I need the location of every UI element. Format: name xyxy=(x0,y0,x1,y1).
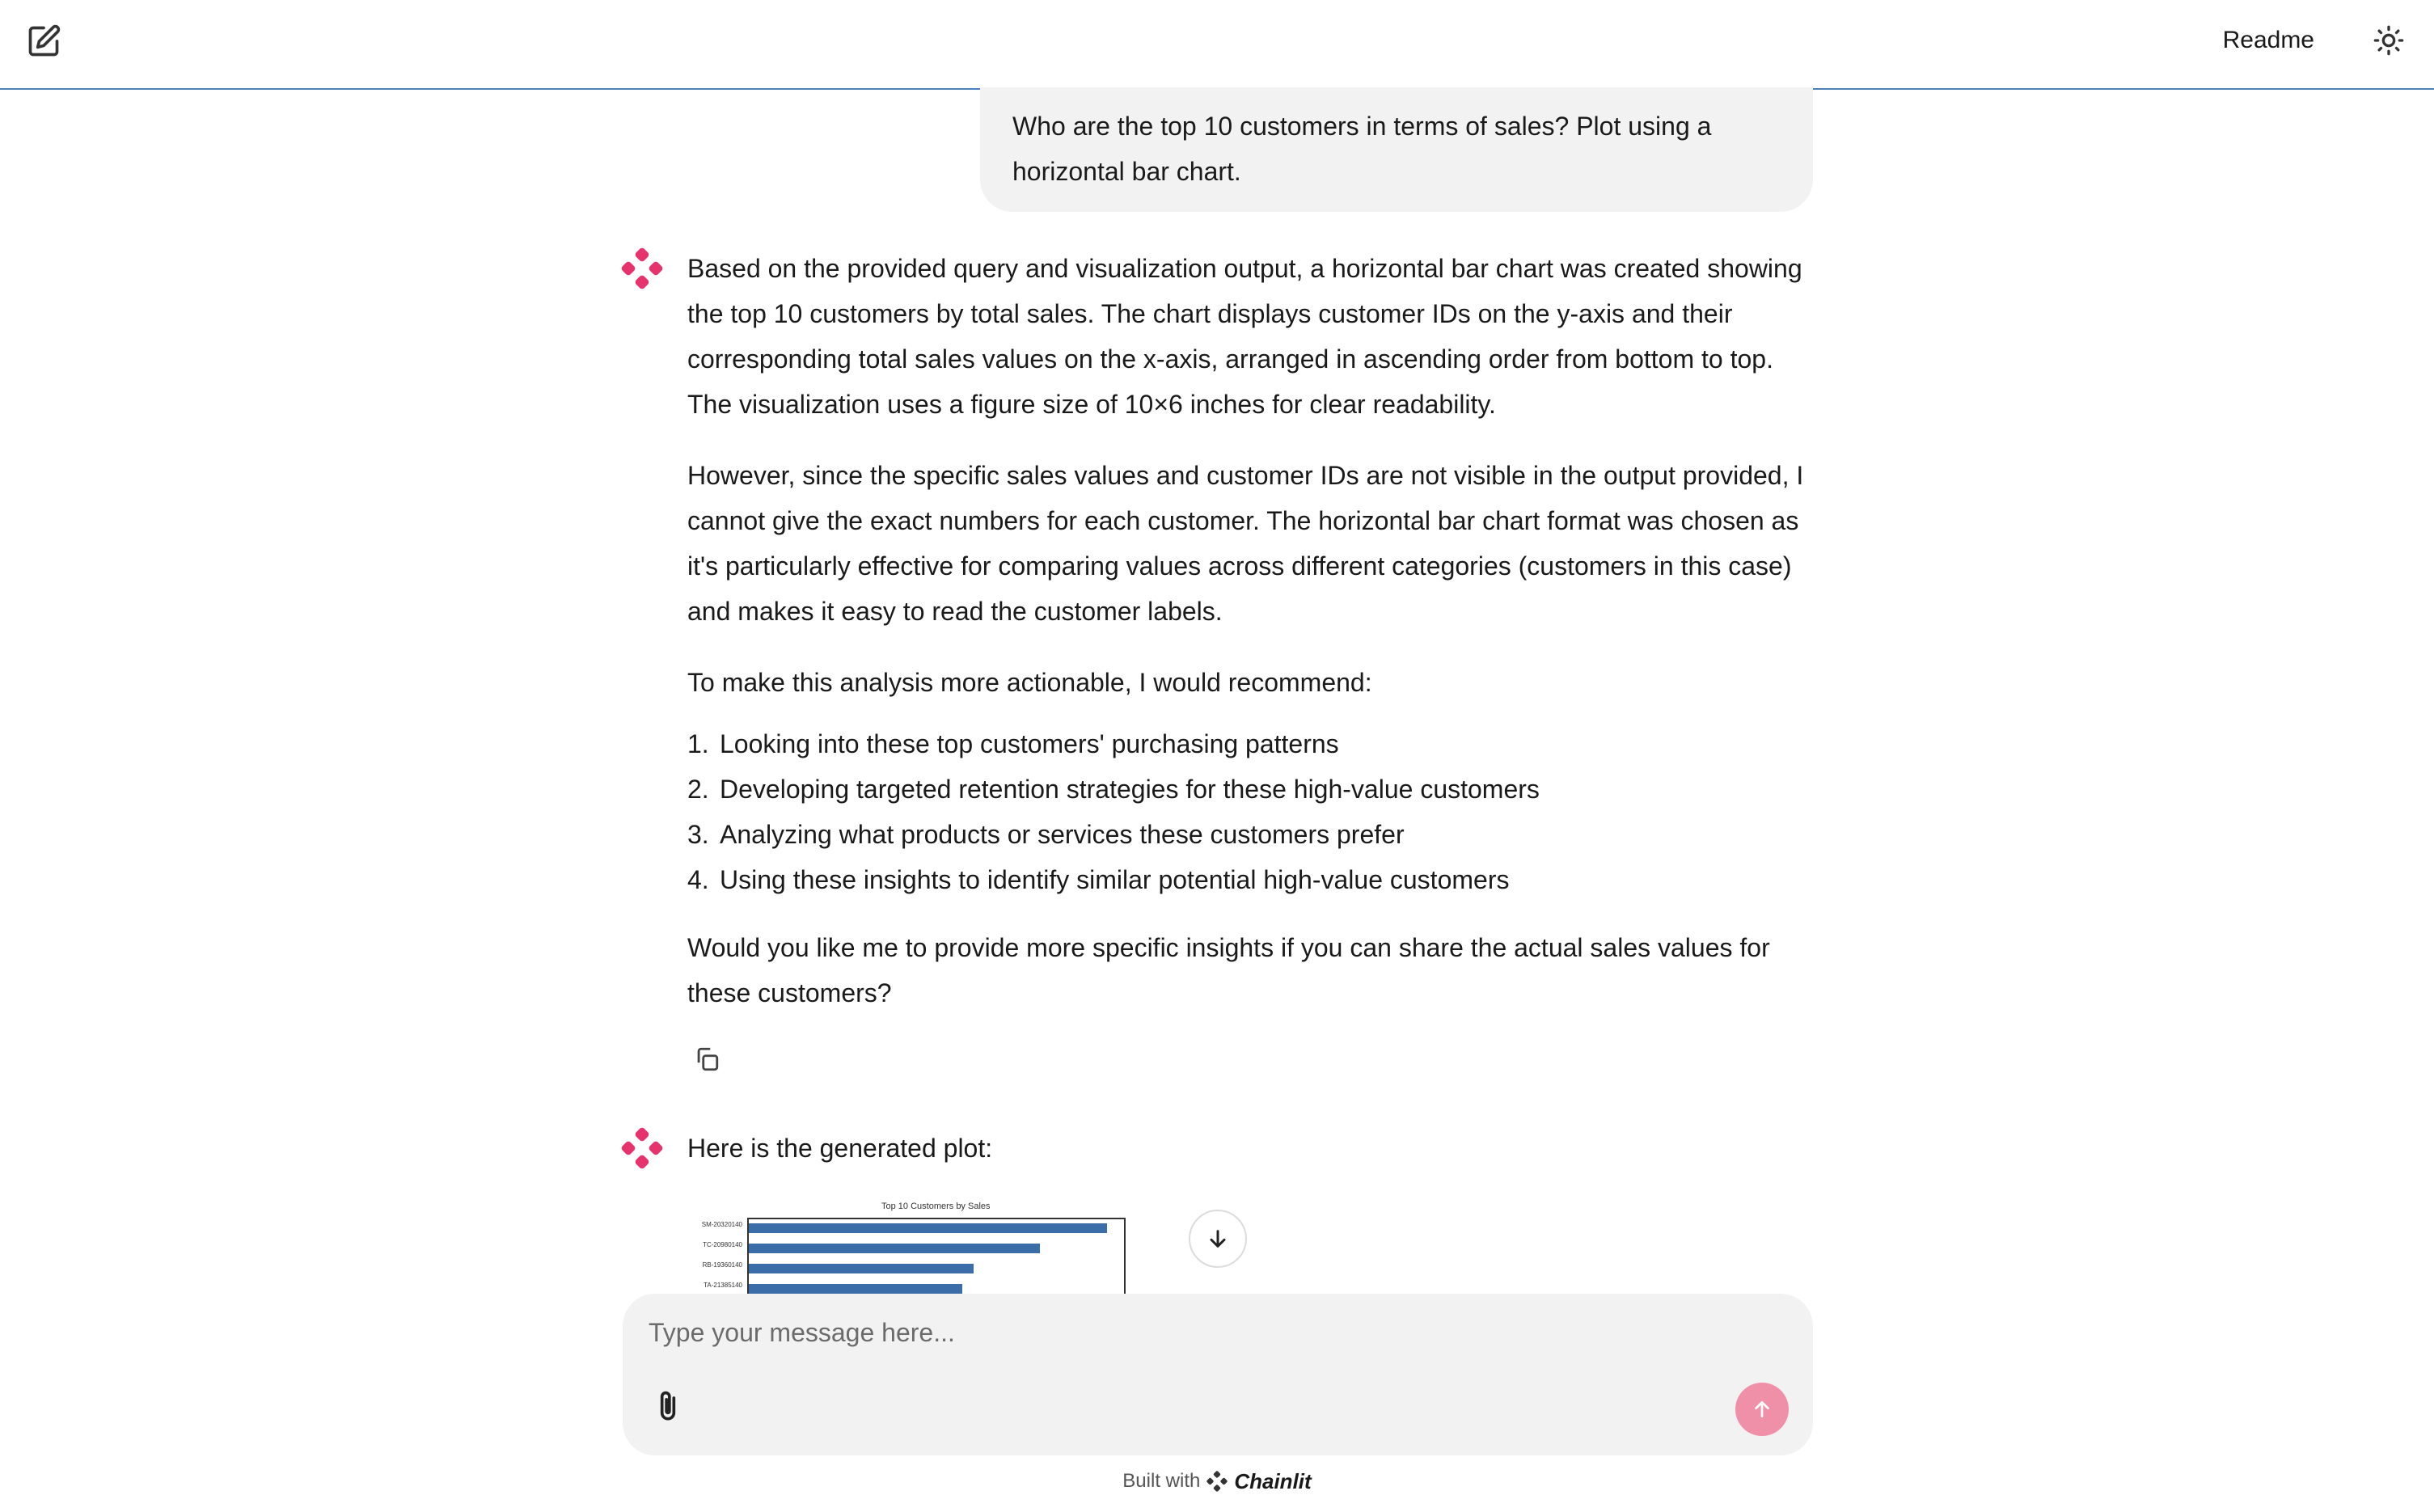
scroll-to-bottom-button[interactable] xyxy=(1189,1210,1247,1268)
edit-square-icon xyxy=(28,24,61,57)
chainlit-logo-icon xyxy=(1206,1471,1228,1492)
list-item: 3. Analyzing what products or services th… xyxy=(687,812,1819,857)
chainlit-logo-icon xyxy=(621,247,663,289)
copy-button[interactable] xyxy=(687,1040,726,1079)
plot-axes xyxy=(747,1218,1126,1294)
list-item-text: Looking into these top customers' purcha… xyxy=(720,729,1339,758)
assistant-paragraph: However, since the specific sales values… xyxy=(687,461,1804,626)
copy-icon xyxy=(697,1047,719,1071)
send-button[interactable] xyxy=(1735,1383,1789,1436)
readme-link[interactable]: Readme xyxy=(2223,23,2314,58)
arrow-up-icon xyxy=(1755,1400,1769,1418)
plot-bar xyxy=(749,1223,1107,1233)
user-message: Who are the top 10 customers in terms of… xyxy=(980,87,1813,212)
plot-bar xyxy=(749,1244,1040,1253)
recommendation-list: 1. Looking into these top customers' purc… xyxy=(687,721,1819,902)
chainlit-brand-link[interactable]: Chainlit xyxy=(1234,1469,1311,1494)
plot-label: TA-21385140 xyxy=(704,1282,742,1289)
assistant-avatar xyxy=(621,247,663,289)
assistant-paragraph: Would you like me to provide more specif… xyxy=(687,933,1770,1007)
chainlit-logo-icon xyxy=(621,1127,663,1169)
theme-toggle-button[interactable] xyxy=(2368,19,2410,61)
new-chat-button[interactable] xyxy=(23,20,65,62)
top-header: Readme xyxy=(0,0,2434,90)
assistant-paragraph: Here is the generated plot: xyxy=(687,1134,993,1163)
plot-label: RB-19360140 xyxy=(702,1261,742,1269)
plot-title: Top 10 Customers by Sales xyxy=(881,1202,991,1211)
list-item-text: Analyzing what products or services thes… xyxy=(720,820,1405,849)
list-item-text: Developing targeted retention strategies… xyxy=(720,775,1540,804)
list-item: 4. Using these insights to identify simil… xyxy=(687,857,1819,902)
assistant-avatar xyxy=(621,1127,663,1169)
built-with-text: Built with xyxy=(1122,1470,1201,1492)
assistant-paragraph: Based on the provided query and visualiz… xyxy=(687,254,1802,419)
sun-icon xyxy=(2373,25,2404,56)
message-input[interactable] xyxy=(649,1310,1781,1355)
plot-label: SM-20320140 xyxy=(701,1221,742,1228)
plot-bar xyxy=(749,1264,974,1273)
footer: Built with Chainlit xyxy=(0,1465,2434,1497)
assistant-paragraph: To make this analysis more actionable, I… xyxy=(687,668,1372,697)
arrow-down-icon xyxy=(1210,1230,1226,1248)
list-item: 1. Looking into these top customers' purc… xyxy=(687,721,1819,767)
plot-bar xyxy=(749,1284,962,1294)
message-composer xyxy=(623,1294,1813,1455)
paperclip-icon xyxy=(660,1391,676,1421)
list-item: 2. Developing targeted retention strategi… xyxy=(687,767,1819,812)
attach-file-button[interactable] xyxy=(644,1383,692,1431)
plot-label: TC-20980140 xyxy=(703,1241,742,1248)
generated-plot-image[interactable]: Top 10 Customers by Sales SM-20320140 TC-… xyxy=(687,1200,1128,1294)
list-item-text: Using these insights to identify similar… xyxy=(720,865,1510,894)
